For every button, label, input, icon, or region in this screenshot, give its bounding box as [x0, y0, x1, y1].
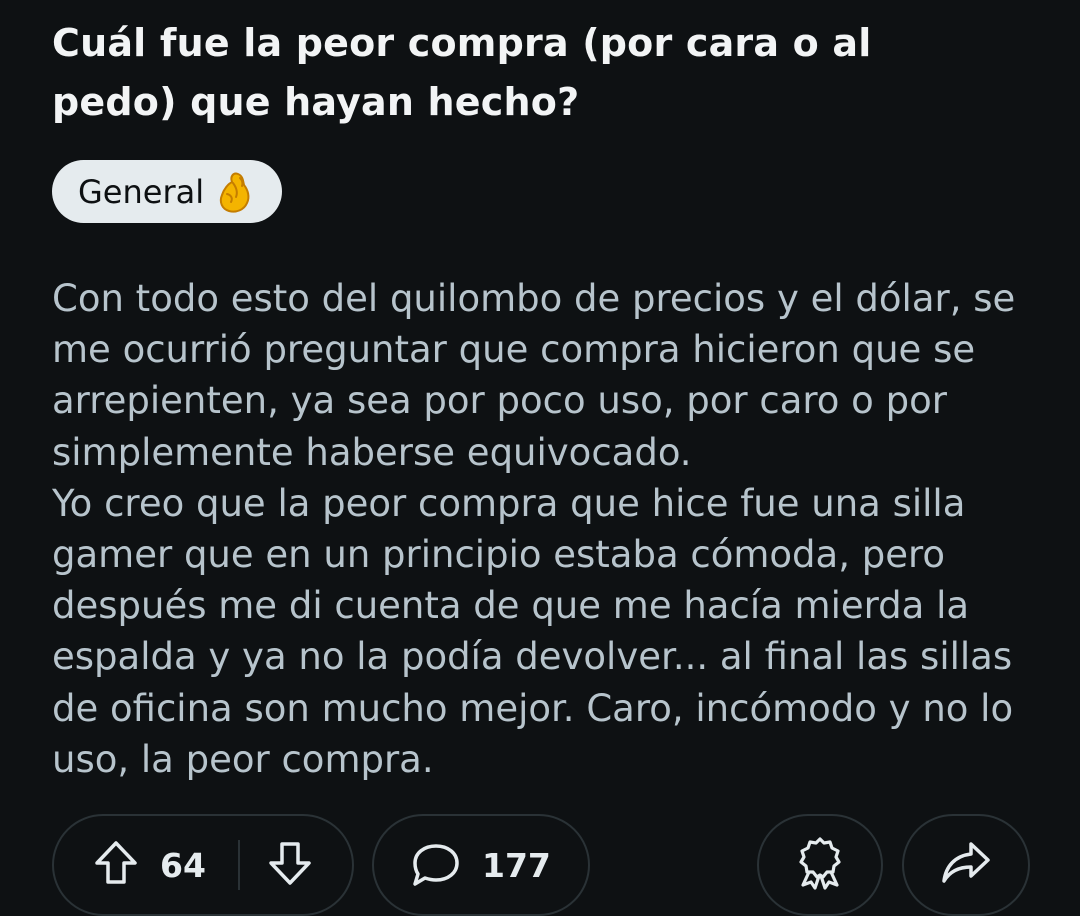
post-action-bar: 64 177 — [52, 814, 1030, 916]
vote-count: 64 — [160, 845, 206, 885]
comments-button[interactable]: 177 — [372, 814, 590, 916]
post-body-paragraph: Yo creo que la peor compra que hice fue … — [52, 481, 1014, 781]
arrow-down-icon — [266, 839, 314, 892]
comment-count: 177 — [482, 845, 551, 885]
post-body-paragraph: Con todo esto del quilombo de precios y … — [52, 277, 1016, 474]
post-body: Con todo esto del quilombo de precios y … — [52, 273, 1032, 785]
award-ribbon-icon — [795, 836, 845, 895]
flair-label: General — [78, 172, 205, 211]
pinched-fingers-icon — [216, 170, 256, 214]
arrow-up-icon — [92, 839, 140, 892]
post: Cuál fue la peor compra (por cara o al p… — [52, 14, 1032, 785]
share-button[interactable] — [902, 814, 1030, 916]
vote-divider — [237, 840, 240, 890]
post-flair[interactable]: General — [52, 160, 283, 223]
post-title[interactable]: Cuál fue la peor compra (por cara o al p… — [52, 14, 972, 132]
upvote-button[interactable] — [92, 839, 140, 892]
speech-bubble-icon — [410, 841, 462, 889]
vote-control: 64 — [52, 814, 354, 916]
award-button[interactable] — [757, 814, 883, 916]
share-arrow-icon — [941, 840, 991, 891]
downvote-button[interactable] — [266, 839, 314, 892]
